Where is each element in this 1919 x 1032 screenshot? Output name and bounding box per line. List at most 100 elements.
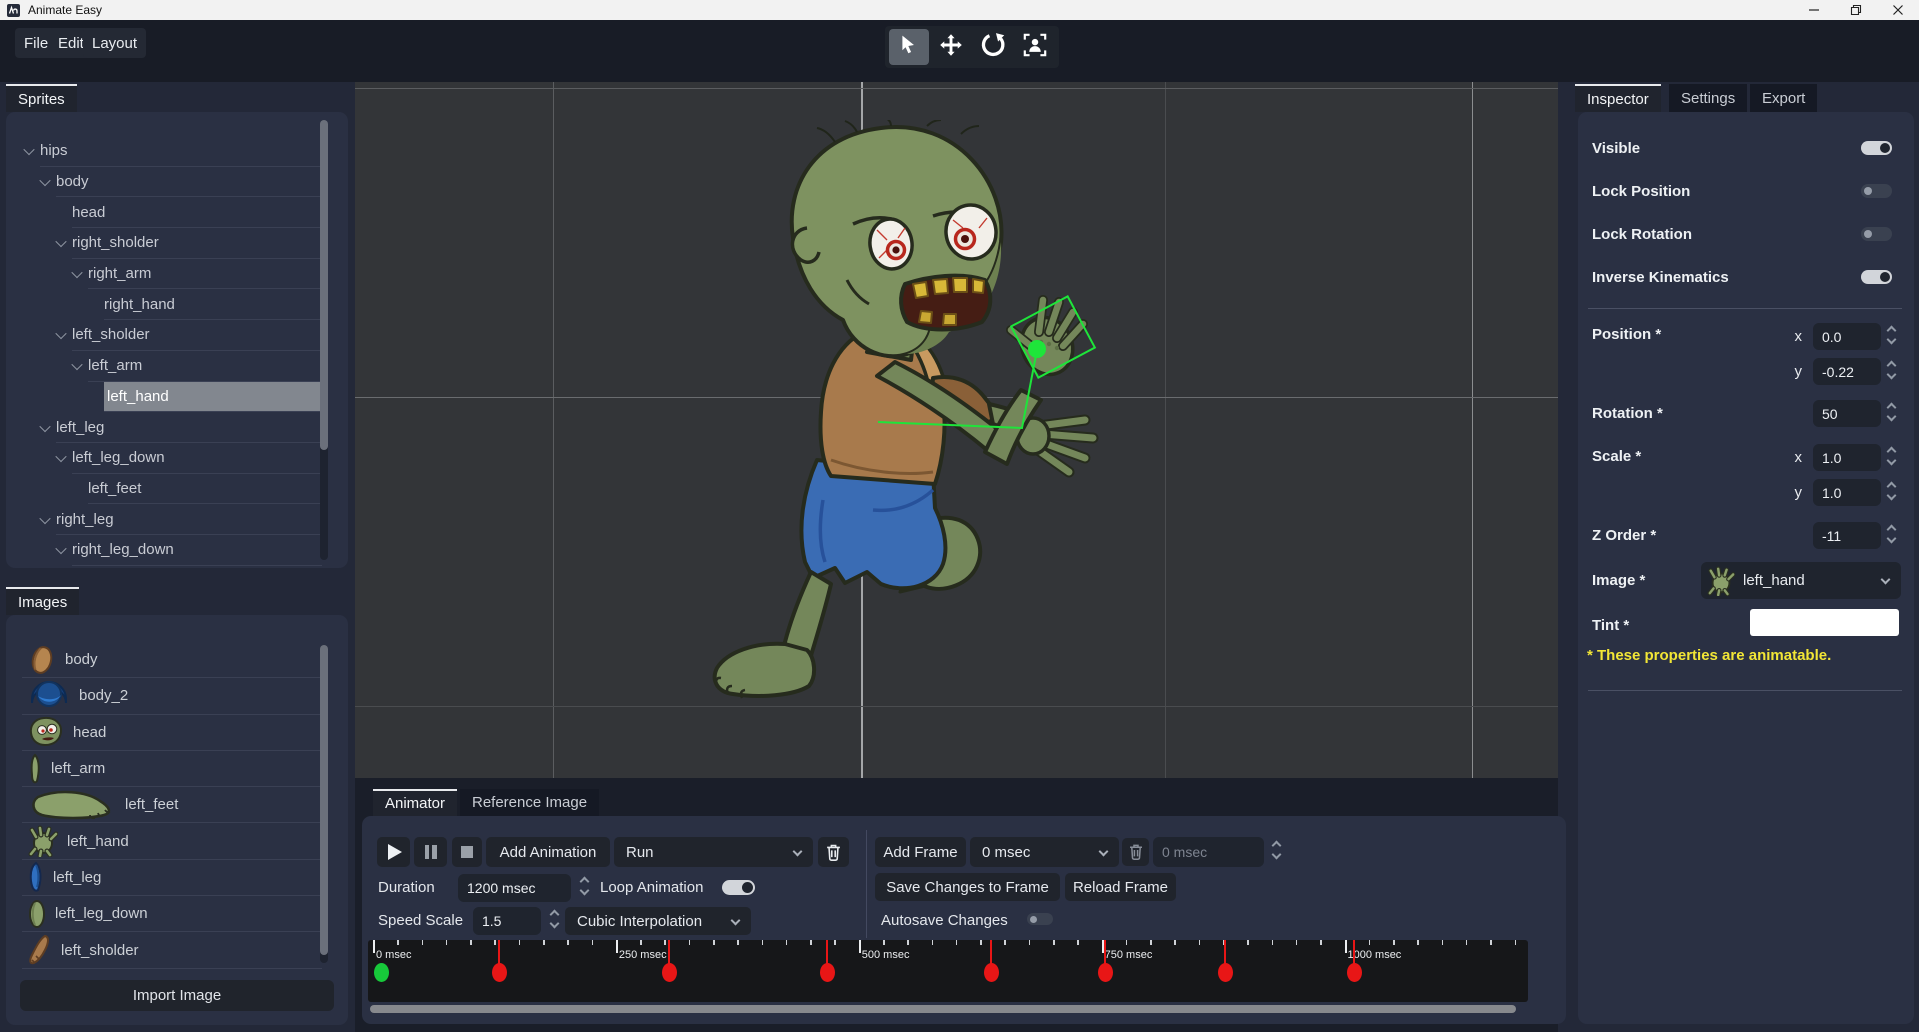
- reload-frame-button[interactable]: Reload Frame: [1065, 873, 1176, 901]
- tab-reference-image[interactable]: Reference Image: [460, 789, 600, 816]
- lock-position-toggle[interactable]: [1861, 184, 1892, 198]
- tint-swatch[interactable]: [1750, 609, 1899, 636]
- timeline-scrollbar[interactable]: [370, 1005, 1516, 1013]
- tree-item-right-leg-down[interactable]: right_leg_down: [22, 535, 322, 566]
- visible-toggle[interactable]: [1861, 141, 1892, 155]
- tab-images[interactable]: Images: [6, 587, 80, 615]
- lock-rotation-toggle[interactable]: [1861, 227, 1892, 241]
- image-item-left-leg-down[interactable]: left_leg_down: [22, 896, 322, 933]
- close-button[interactable]: [1877, 0, 1919, 20]
- tree-item-left-leg-down[interactable]: left_leg_down: [22, 443, 322, 474]
- tab-sprites[interactable]: Sprites: [6, 84, 77, 112]
- image-item-left-leg[interactable]: left_leg: [22, 860, 322, 897]
- tree-item-left-leg[interactable]: left_leg: [22, 412, 322, 443]
- chevron-down-icon[interactable]: [55, 236, 67, 248]
- select-tool-button[interactable]: [889, 29, 929, 65]
- position-y-field[interactable]: [1813, 358, 1881, 385]
- add-animation-button[interactable]: Add Animation: [486, 837, 610, 867]
- chevron-down-icon[interactable]: [71, 359, 83, 371]
- tab-animator[interactable]: Animator: [373, 789, 458, 816]
- restore-button[interactable]: [1835, 0, 1877, 20]
- inverse-kinematics-toggle[interactable]: [1861, 270, 1892, 284]
- keyframe-dot[interactable]: [662, 963, 678, 982]
- tab-inspector[interactable]: Inspector: [1575, 84, 1661, 112]
- playhead-dot[interactable]: [374, 963, 389, 982]
- position-y-stepper[interactable]: [1885, 360, 1897, 380]
- tree-item-body[interactable]: body: [22, 167, 322, 198]
- position-x-stepper[interactable]: [1885, 325, 1897, 345]
- z-order-field[interactable]: [1813, 522, 1881, 549]
- keyframe-dot[interactable]: [1218, 963, 1233, 982]
- image-item-left-sholder[interactable]: left_sholder: [22, 932, 322, 969]
- scale-y-field[interactable]: [1813, 479, 1881, 506]
- frame-time-stepper[interactable]: [1270, 840, 1282, 860]
- chevron-down-icon[interactable]: [55, 328, 67, 340]
- image-item-left-feet[interactable]: left_feet: [22, 787, 322, 824]
- delete-frame-button[interactable]: [1122, 838, 1149, 866]
- tree-item-right-hand[interactable]: right_hand: [22, 289, 322, 321]
- tree-item-left-feet[interactable]: left_feet: [22, 474, 322, 505]
- tab-settings[interactable]: Settings: [1669, 84, 1748, 112]
- menu-layout[interactable]: Layout: [83, 28, 147, 58]
- zombie-character[interactable]: [695, 120, 1115, 720]
- scale-x-field[interactable]: [1813, 444, 1881, 471]
- keyframe-dot[interactable]: [819, 963, 835, 982]
- rotation-stepper[interactable]: [1885, 402, 1897, 422]
- scale-y-stepper[interactable]: [1885, 481, 1897, 501]
- animation-select[interactable]: Run: [614, 837, 813, 867]
- chevron-down-icon[interactable]: [39, 174, 51, 187]
- tree-item-hips[interactable]: hips: [22, 136, 322, 167]
- chevron-down-icon[interactable]: [71, 267, 83, 279]
- add-frame-button[interactable]: Add Frame: [875, 837, 966, 867]
- pause-button[interactable]: [414, 837, 447, 867]
- duration-field[interactable]: [458, 874, 571, 902]
- chevron-down-icon[interactable]: [39, 512, 51, 524]
- scrollbar-thumb[interactable]: [320, 645, 328, 955]
- minimize-button[interactable]: [1793, 0, 1835, 20]
- image-item-body-2[interactable]: body_2: [22, 678, 322, 715]
- interpolation-select[interactable]: Cubic Interpolation: [565, 907, 751, 935]
- tree-item-left-arm[interactable]: left_arm: [22, 351, 322, 382]
- move-tool-button[interactable]: [931, 29, 971, 65]
- pivot-handle[interactable]: [1028, 340, 1046, 358]
- image-item-left-hand[interactable]: left_hand: [22, 823, 322, 860]
- keyframe-dot[interactable]: [1347, 963, 1363, 982]
- speed-scale-field[interactable]: [473, 907, 541, 935]
- rotate-tool-button[interactable]: [973, 29, 1013, 65]
- keyframe-dot[interactable]: [983, 963, 999, 982]
- scale-x-stepper[interactable]: [1885, 446, 1897, 466]
- autosave-toggle[interactable]: [1027, 913, 1053, 925]
- frame-character-tool-button[interactable]: [1015, 29, 1055, 65]
- tree-item-right-arm[interactable]: right_arm: [22, 259, 322, 290]
- keyframe-dot[interactable]: [492, 963, 508, 982]
- image-item-body[interactable]: body: [22, 642, 322, 679]
- rotation-field[interactable]: [1813, 400, 1881, 427]
- frame-select[interactable]: 0 msec: [970, 837, 1119, 867]
- play-button[interactable]: [377, 837, 410, 867]
- tree-item-left-hand[interactable]: left_hand: [22, 381, 322, 413]
- delete-animation-button[interactable]: [818, 837, 849, 867]
- tree-item-right-leg[interactable]: right_leg: [22, 504, 322, 535]
- image-item-head[interactable]: head: [22, 715, 322, 751]
- image-item-left-arm[interactable]: left_arm: [22, 751, 322, 788]
- stop-button[interactable]: [452, 837, 482, 867]
- frame-time-input[interactable]: [1153, 837, 1264, 867]
- canvas[interactable]: [355, 82, 1558, 778]
- tab-export[interactable]: Export: [1750, 84, 1818, 112]
- save-changes-button[interactable]: Save Changes to Frame: [875, 873, 1060, 901]
- duration-stepper[interactable]: [578, 876, 590, 896]
- chevron-down-icon[interactable]: [23, 144, 35, 156]
- loop-animation-toggle[interactable]: [722, 880, 755, 895]
- scrollbar-thumb[interactable]: [320, 120, 328, 450]
- chevron-down-icon[interactable]: [55, 543, 67, 555]
- position-x-field[interactable]: [1813, 323, 1881, 350]
- tree-item-right-sholder[interactable]: right_sholder: [22, 228, 322, 259]
- timeline[interactable]: 0 msec 250 msec 500 msec 750 msec 1000 msec: [368, 940, 1528, 1002]
- speed-scale-stepper[interactable]: [548, 909, 560, 929]
- chevron-down-icon[interactable]: [39, 420, 51, 432]
- image-select[interactable]: left_hand: [1701, 562, 1901, 599]
- chevron-down-icon[interactable]: [55, 451, 67, 463]
- tree-item-head[interactable]: head: [22, 197, 322, 229]
- tree-item-left-sholder[interactable]: left_sholder: [22, 320, 322, 351]
- keyframe-dot[interactable]: [1097, 963, 1113, 982]
